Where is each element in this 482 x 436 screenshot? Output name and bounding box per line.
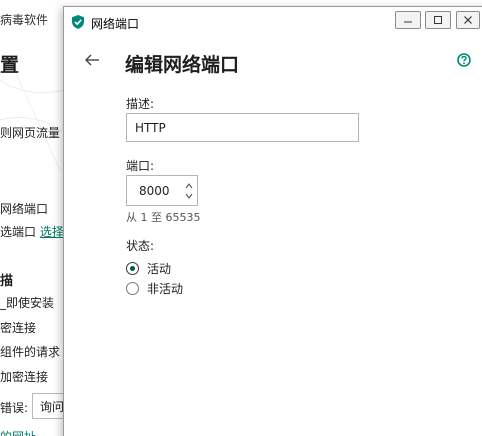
background-setting-line[interactable]: 网络端口	[0, 200, 48, 217]
spinner-arrows-icon[interactable]	[184, 180, 194, 202]
edit-port-dialog: 网络端口 编辑网络端口 描述: HTTP 端口: 8000 从 1 至 6553…	[63, 6, 482, 436]
status-option-inactive[interactable]: 非活动	[126, 280, 183, 297]
shield-check-icon	[72, 15, 84, 29]
minimize-icon	[404, 21, 412, 23]
background-select-link[interactable]: 选择	[40, 225, 64, 239]
back-arrow-icon[interactable]	[84, 53, 100, 67]
screen: 病毒软件 置 则网页流量 网络端口 选端口 选择 描 _即使安装 密连接 组件的…	[0, 0, 482, 436]
background-setting-line[interactable]: _即使安装	[0, 294, 54, 311]
description-input[interactable]	[126, 113, 359, 142]
port-stepper[interactable]: 8000	[126, 175, 198, 206]
close-icon	[464, 16, 472, 24]
page-title: 编辑网络端口	[125, 54, 240, 76]
radio-button[interactable]	[126, 282, 139, 295]
background-setting-line[interactable]: 则网页流量	[0, 124, 60, 141]
maximize-icon	[434, 16, 442, 24]
help-circle-icon[interactable]	[457, 53, 471, 67]
background-bottom-link[interactable]: 的网址	[0, 428, 36, 436]
status-option-label: 活动	[147, 262, 172, 276]
port-range-hint: 从 1 至 65535	[126, 211, 201, 224]
background-app-title: 病毒软件	[0, 13, 49, 27]
background-setting-line: 选端口 选择	[0, 223, 64, 240]
background-section-heading: 描	[0, 274, 14, 289]
status-option-active[interactable]: 活动	[126, 260, 171, 277]
background-setting-line: 错误:	[0, 401, 29, 415]
background-setting-line[interactable]: 密连接	[0, 319, 36, 336]
background-line-text: 选端口	[0, 225, 37, 239]
minimize-button[interactable]	[395, 11, 421, 29]
maximize-button[interactable]	[425, 11, 451, 29]
description-label: 描述:	[126, 97, 155, 111]
status-option-label: 非活动	[147, 282, 184, 296]
title-bar[interactable]: 网络端口	[64, 7, 482, 35]
close-button[interactable]	[456, 11, 480, 29]
port-label: 端口:	[126, 159, 155, 173]
window-title: 网络端口	[91, 17, 140, 31]
background-setting-line[interactable]: 加密连接	[0, 368, 48, 385]
status-label: 状态:	[126, 239, 155, 253]
background-setting-line[interactable]: 组件的请求	[0, 343, 60, 360]
background-page-heading: 置	[0, 54, 20, 76]
port-value: 8000	[139, 184, 170, 198]
radio-button-selected[interactable]	[126, 262, 139, 275]
